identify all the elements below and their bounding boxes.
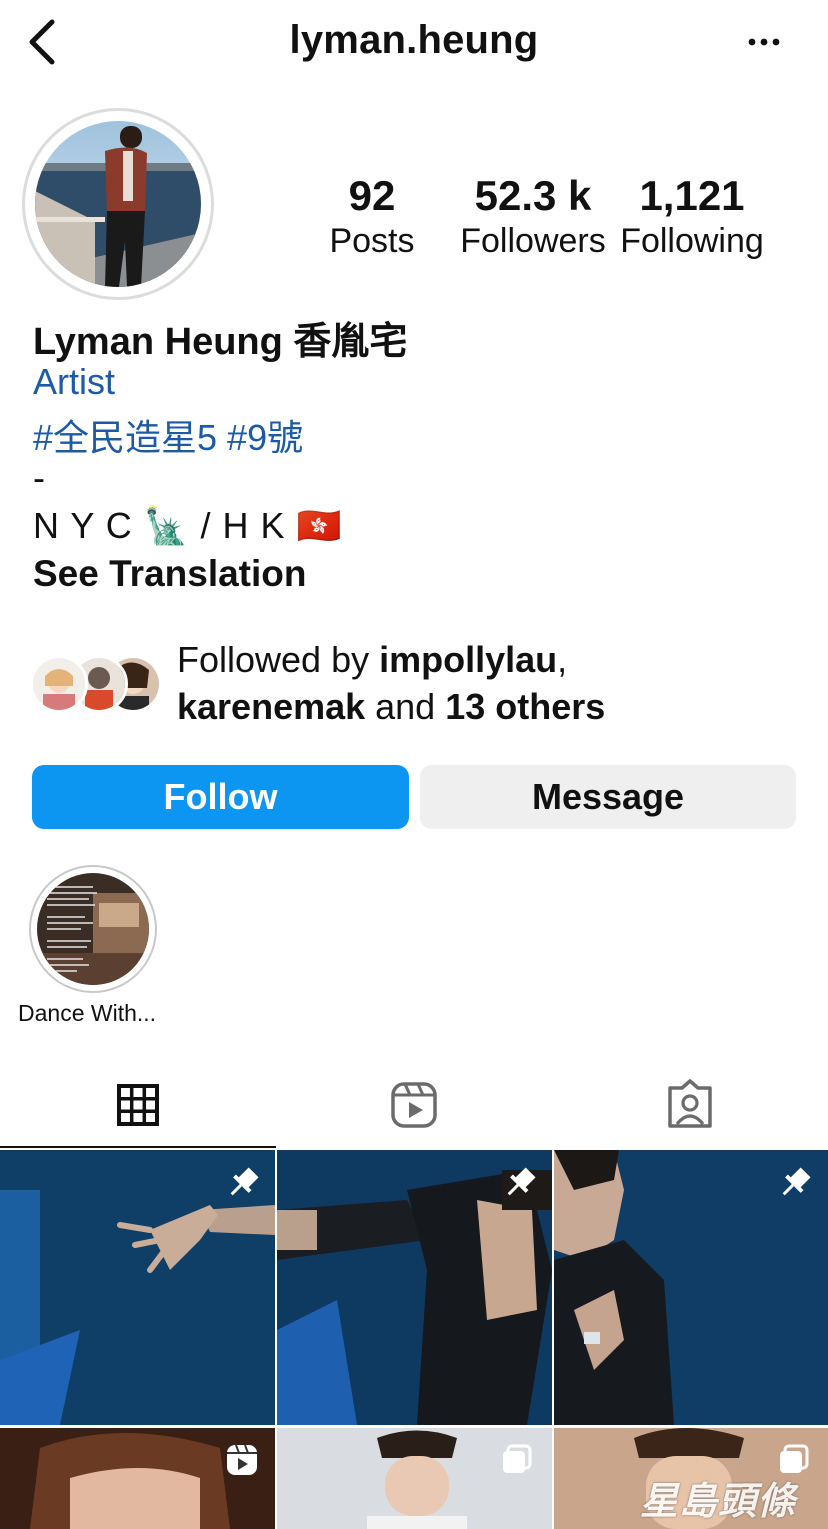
multiple-photos-icon bbox=[503, 1444, 532, 1473]
message-button[interactable]: Message bbox=[420, 765, 796, 829]
highlight-dance-with[interactable] bbox=[37, 873, 149, 985]
mutual-followers-avatars[interactable] bbox=[30, 655, 170, 717]
grid-post-1[interactable] bbox=[0, 1150, 275, 1425]
mutual-avatar-1 bbox=[30, 655, 88, 713]
category-label: Artist bbox=[33, 361, 116, 402]
more-options-button[interactable] bbox=[742, 26, 786, 56]
followers-label: Followers bbox=[460, 222, 606, 260]
followed-by-text[interactable]: Followed by impollylau, karenemak and 13… bbox=[177, 636, 797, 730]
tab-reels[interactable] bbox=[376, 1072, 452, 1138]
followers-count: 52.3 k bbox=[474, 172, 592, 219]
grid-post-2[interactable] bbox=[277, 1150, 552, 1425]
page-title: lyman.heung bbox=[289, 18, 539, 62]
followed-by-comma: , bbox=[557, 639, 568, 680]
grid-post-3[interactable] bbox=[554, 1150, 828, 1425]
following-label: Following bbox=[620, 222, 764, 260]
followed-by-prefix: Followed by bbox=[177, 639, 380, 680]
grid-post-4[interactable] bbox=[0, 1428, 275, 1529]
following-count: 1,121 bbox=[639, 172, 745, 219]
pinned-icon bbox=[507, 1167, 536, 1196]
active-tab-indicator bbox=[0, 1146, 276, 1148]
bio-dash: - bbox=[33, 457, 45, 498]
grid-post-5[interactable] bbox=[277, 1428, 552, 1529]
display-name: Lyman Heung 香胤宅 bbox=[33, 321, 408, 363]
hashtags-link[interactable]: #全民造星5 #9號 bbox=[33, 409, 303, 461]
avatar[interactable] bbox=[35, 121, 201, 287]
watermark-logo: 星島頭條 bbox=[640, 1481, 797, 1523]
pinned-icon bbox=[230, 1167, 259, 1196]
mutual-user-2[interactable]: karenemak bbox=[177, 686, 365, 727]
pinned-icon bbox=[782, 1167, 811, 1196]
stat-following[interactable]: 1,121 Following bbox=[618, 172, 766, 262]
posts-label: Posts bbox=[329, 222, 415, 260]
stat-posts: 92 Posts bbox=[322, 172, 422, 262]
highlight-label: Dance With... bbox=[18, 1000, 157, 1026]
grid-icon bbox=[117, 1084, 159, 1126]
more-dots-icon bbox=[748, 38, 780, 46]
tagged-icon bbox=[668, 1079, 712, 1128]
see-translation-link[interactable]: See Translation bbox=[33, 553, 307, 595]
reel-indicator-icon bbox=[227, 1444, 257, 1475]
mutual-others[interactable]: 13 others bbox=[445, 686, 605, 727]
bio-location: N Y C 🗽 / H K 🇭🇰 bbox=[33, 505, 343, 546]
mutual-user-1[interactable]: impollylau bbox=[379, 639, 557, 680]
followed-by-and: and bbox=[365, 686, 446, 727]
follow-button[interactable]: Follow bbox=[32, 765, 409, 829]
reels-icon bbox=[391, 1082, 437, 1128]
tab-posts-grid[interactable] bbox=[100, 1072, 176, 1138]
stat-followers[interactable]: 52.3 k Followers bbox=[458, 172, 608, 262]
posts-count: 92 bbox=[348, 172, 396, 219]
tab-tagged[interactable] bbox=[652, 1072, 728, 1138]
